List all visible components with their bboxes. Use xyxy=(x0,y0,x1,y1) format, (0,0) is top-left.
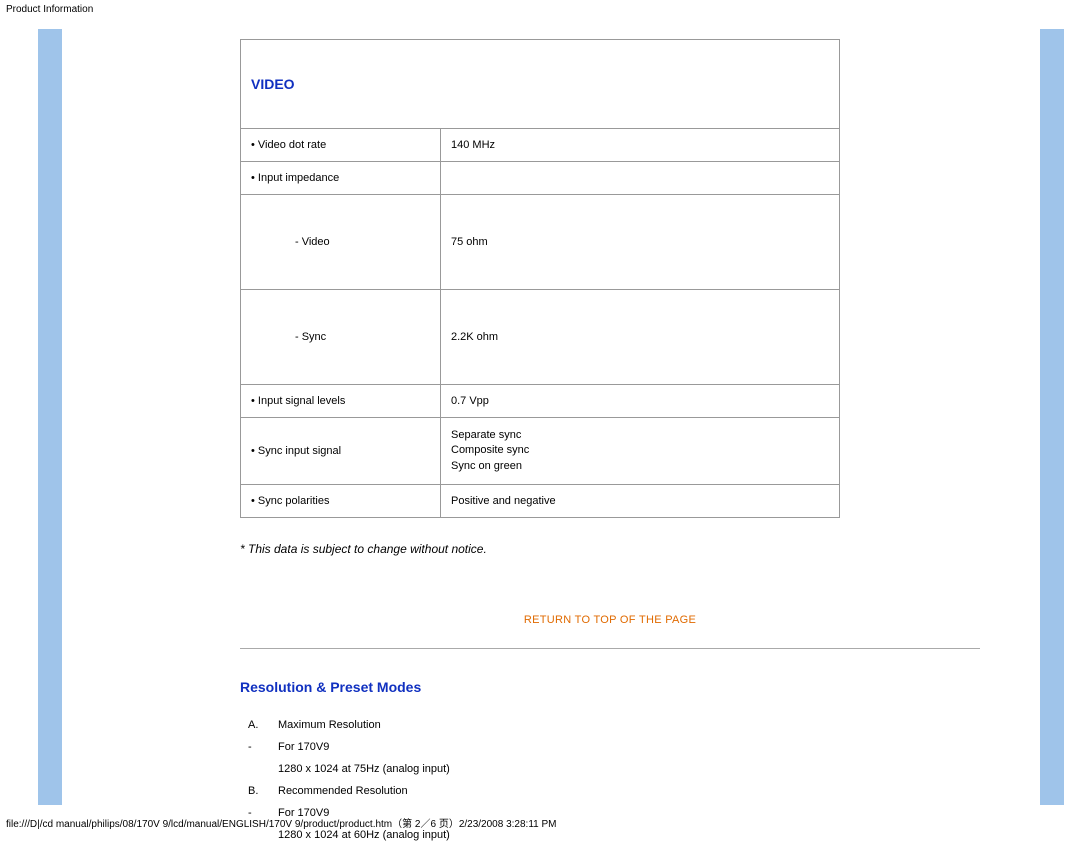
spec-label: • Input signal levels xyxy=(241,385,441,418)
table-row: - Video 75 ohm xyxy=(241,195,840,290)
list-item: B. Recommended Resolution xyxy=(248,785,980,797)
table-row: • Sync input signal Separate sync Compos… xyxy=(241,418,840,485)
left-stripe xyxy=(38,29,62,805)
video-spec-table: VIDEO • Video dot rate 140 MHz • Input i… xyxy=(240,39,840,518)
spec-value: 75 ohm xyxy=(441,195,840,290)
change-notice: * This data is subject to change without… xyxy=(240,542,980,556)
list-text: For 170V9 xyxy=(278,741,329,753)
spec-value: 0.7 Vpp xyxy=(441,385,840,418)
footer-path: file:///D|/cd manual/philips/08/170V 9/l… xyxy=(6,815,556,830)
table-row: • Input impedance xyxy=(241,162,840,195)
spec-value: 2.2K ohm xyxy=(441,290,840,385)
page-header: Product Information xyxy=(0,0,1080,19)
top-link-wrap: RETURN TO TOP OF THE PAGE xyxy=(240,610,980,628)
list-item: 1280 x 1024 at 75Hz (analog input) xyxy=(248,763,980,775)
list-item: 1280 x 1024 at 60Hz (analog input) xyxy=(248,829,980,841)
spec-value: 140 MHz xyxy=(441,129,840,162)
main-content: VIDEO • Video dot rate 140 MHz • Input i… xyxy=(240,39,980,851)
right-stripe xyxy=(1040,29,1064,805)
video-section-title: VIDEO xyxy=(251,76,295,92)
table-row: • Sync polarities Positive and negative xyxy=(241,485,840,518)
list-key: - xyxy=(248,741,266,753)
spec-label: • Sync polarities xyxy=(241,485,441,518)
spec-value xyxy=(441,162,840,195)
spec-label: • Input impedance xyxy=(241,162,441,195)
spec-value: Separate sync Composite sync Sync on gre… xyxy=(441,418,840,485)
spec-value-line: Sync on green xyxy=(451,459,829,474)
list-text: 1280 x 1024 at 60Hz (analog input) xyxy=(278,829,450,841)
section-divider xyxy=(240,648,980,649)
table-row: • Video dot rate 140 MHz xyxy=(241,129,840,162)
spec-value: Positive and negative xyxy=(441,485,840,518)
spec-value-line: Separate sync xyxy=(451,428,829,443)
spec-sublabel: - Video xyxy=(241,195,441,290)
list-text: Maximum Resolution xyxy=(278,719,381,731)
list-item: A. Maximum Resolution xyxy=(248,719,980,731)
resolution-section-title: Resolution & Preset Modes xyxy=(240,679,980,695)
list-key xyxy=(248,763,266,775)
spec-sublabel: - Sync xyxy=(241,290,441,385)
list-key: B. xyxy=(248,785,266,797)
spec-label: • Sync input signal xyxy=(241,418,441,485)
spec-value-line: Composite sync xyxy=(451,443,829,458)
list-key: A. xyxy=(248,719,266,731)
spec-label: • Video dot rate xyxy=(241,129,441,162)
return-to-top-link[interactable]: RETURN TO TOP OF THE PAGE xyxy=(524,614,696,626)
list-item: - For 170V9 xyxy=(248,741,980,753)
list-key xyxy=(248,829,266,841)
table-row: VIDEO xyxy=(241,40,840,129)
table-row: - Sync 2.2K ohm xyxy=(241,290,840,385)
list-text: 1280 x 1024 at 75Hz (analog input) xyxy=(278,763,450,775)
list-text: Recommended Resolution xyxy=(278,785,408,797)
table-row: • Input signal levels 0.7 Vpp xyxy=(241,385,840,418)
